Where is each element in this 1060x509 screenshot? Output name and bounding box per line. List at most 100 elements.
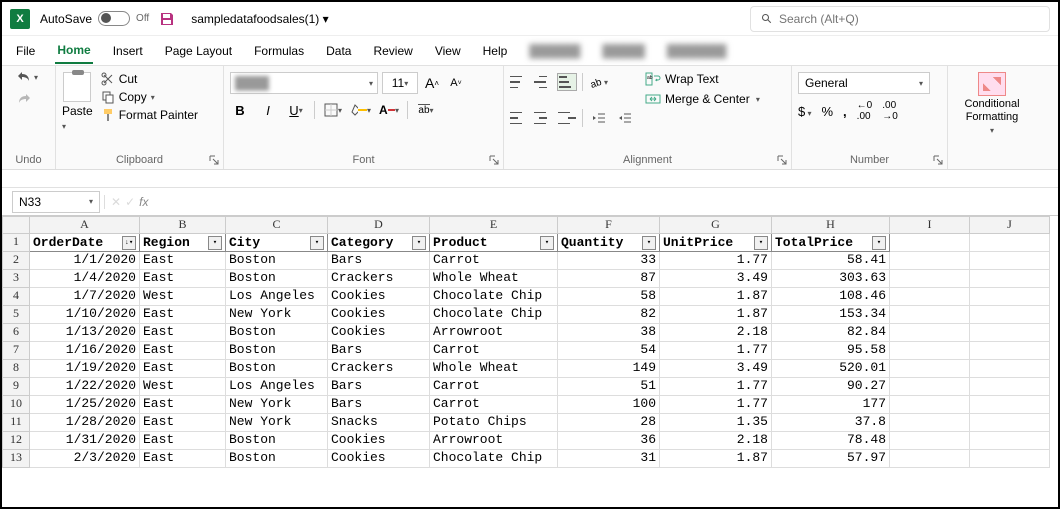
cell[interactable]	[970, 288, 1050, 306]
copy-button[interactable]: Copy ▾	[101, 90, 198, 104]
cell[interactable]: 28	[558, 414, 660, 432]
col-header[interactable]: J	[970, 216, 1050, 234]
row-header[interactable]: 6	[2, 324, 30, 342]
row-header[interactable]: 9	[2, 378, 30, 396]
cell[interactable]	[970, 360, 1050, 378]
undo-button[interactable]: ▾	[16, 70, 38, 84]
row-header[interactable]: 2	[2, 252, 30, 270]
cell[interactable]: Bars	[328, 378, 430, 396]
cell[interactable]: 82.84	[772, 324, 890, 342]
cell[interactable]: 3.49	[660, 360, 772, 378]
dialog-launcher-icon[interactable]	[209, 155, 219, 165]
cell[interactable]	[970, 234, 1050, 252]
cell[interactable]	[890, 342, 970, 360]
cell[interactable]: 31	[558, 450, 660, 468]
tab-home[interactable]: Home	[55, 38, 92, 64]
cell[interactable]: Cookies	[328, 306, 430, 324]
redo-button[interactable]	[16, 92, 32, 106]
cell[interactable]: 520.01	[772, 360, 890, 378]
filter-header[interactable]: Category▾	[328, 234, 430, 252]
cell[interactable]	[890, 234, 970, 252]
row-header[interactable]: 1	[2, 234, 30, 252]
cell[interactable]: East	[140, 432, 226, 450]
filter-icon[interactable]: ▾	[642, 236, 656, 250]
cell[interactable]: 51	[558, 378, 660, 396]
row-header[interactable]: 10	[2, 396, 30, 414]
row-header[interactable]: 3	[2, 270, 30, 288]
increase-indent-button[interactable]	[615, 108, 635, 128]
cell[interactable]: 1/31/2020	[30, 432, 140, 450]
enter-formula-icon[interactable]: ✓	[125, 195, 135, 209]
font-size-select[interactable]: 11 ▾	[382, 72, 418, 94]
filter-header[interactable]: City▾	[226, 234, 328, 252]
cell[interactable]	[970, 306, 1050, 324]
cell[interactable]	[890, 288, 970, 306]
align-bottom-button[interactable]	[558, 74, 576, 90]
align-center-button[interactable]	[534, 110, 552, 126]
cell[interactable]: 58.41	[772, 252, 890, 270]
percent-button[interactable]: %	[821, 104, 833, 119]
cell[interactable]: 78.48	[772, 432, 890, 450]
font-name-select[interactable]: ████▾	[230, 72, 378, 94]
cell[interactable]: Boston	[226, 342, 328, 360]
cell[interactable]: New York	[226, 396, 328, 414]
cell[interactable]: 1/25/2020	[30, 396, 140, 414]
row-header[interactable]: 5	[2, 306, 30, 324]
cell[interactable]: 1.87	[660, 288, 772, 306]
comma-button[interactable]: ,	[843, 104, 847, 119]
row-header[interactable]: 4	[2, 288, 30, 306]
cell[interactable]: East	[140, 324, 226, 342]
align-middle-button[interactable]	[534, 74, 552, 90]
cell[interactable]: Snacks	[328, 414, 430, 432]
dialog-launcher-icon[interactable]	[933, 155, 943, 165]
col-header[interactable]: I	[890, 216, 970, 234]
cell[interactable]: Arrowroot	[430, 432, 558, 450]
cell[interactable]: East	[140, 342, 226, 360]
cell[interactable]: Crackers	[328, 270, 430, 288]
col-header[interactable]: D	[328, 216, 430, 234]
cell[interactable]: 1/10/2020	[30, 306, 140, 324]
decrease-font-button[interactable]: A˅	[446, 73, 466, 93]
cell[interactable]: Bars	[328, 342, 430, 360]
col-header[interactable]: G	[660, 216, 772, 234]
cell[interactable]: Potato Chips	[430, 414, 558, 432]
cell[interactable]: East	[140, 252, 226, 270]
cell[interactable]	[970, 396, 1050, 414]
cell[interactable]	[970, 414, 1050, 432]
cell[interactable]: 1.87	[660, 306, 772, 324]
select-all-corner[interactable]	[2, 216, 30, 234]
tab-page-layout[interactable]: Page Layout	[163, 39, 234, 63]
cell[interactable]: Boston	[226, 270, 328, 288]
cell[interactable]	[890, 432, 970, 450]
tab-insert[interactable]: Insert	[111, 39, 145, 63]
italic-button[interactable]: I	[258, 100, 278, 120]
save-icon[interactable]	[159, 11, 175, 27]
cell[interactable]: 54	[558, 342, 660, 360]
cell[interactable]	[970, 450, 1050, 468]
cell[interactable]: 87	[558, 270, 660, 288]
tab-file[interactable]: File	[14, 39, 37, 63]
cell[interactable]: Carrot	[430, 396, 558, 414]
cell[interactable]: 149	[558, 360, 660, 378]
col-header[interactable]: E	[430, 216, 558, 234]
cell[interactable]: West	[140, 378, 226, 396]
cell[interactable]: Whole Wheat	[430, 270, 558, 288]
filter-icon[interactable]: ▾	[412, 236, 426, 250]
filter-icon[interactable]: ▾	[208, 236, 222, 250]
col-header[interactable]: C	[226, 216, 328, 234]
cell[interactable]: 2/3/2020	[30, 450, 140, 468]
cell[interactable]	[970, 252, 1050, 270]
align-right-button[interactable]	[558, 110, 576, 126]
cell[interactable]: 95.58	[772, 342, 890, 360]
cancel-formula-icon[interactable]: ✕	[111, 195, 121, 209]
cell[interactable]: Carrot	[430, 342, 558, 360]
cell[interactable]: 2.18	[660, 324, 772, 342]
cell[interactable]	[890, 252, 970, 270]
cell[interactable]: East	[140, 414, 226, 432]
search-input[interactable]	[779, 12, 1039, 26]
cell[interactable]: Boston	[226, 252, 328, 270]
merge-center-button[interactable]: Merge & Center ▾	[645, 92, 760, 106]
row-header[interactable]: 8	[2, 360, 30, 378]
decrease-decimal-button[interactable]: .00→0	[882, 100, 898, 122]
align-left-button[interactable]	[510, 110, 528, 126]
